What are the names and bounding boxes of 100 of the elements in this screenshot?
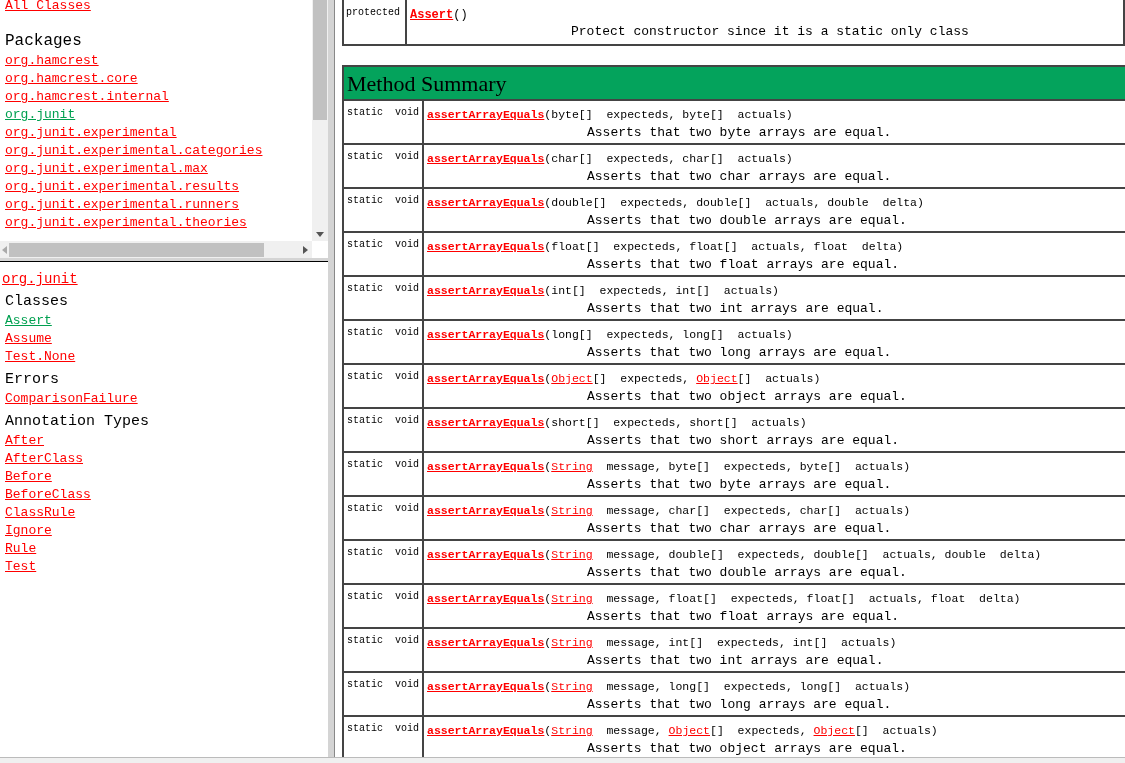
method-link[interactable]: assertArrayEquals [427,108,545,121]
parameter-text: (short[] expecteds, short[] actuals) [544,416,807,429]
parameter-text: ( [544,592,552,605]
nav-link[interactable]: org.junit.experimental.theories [5,214,247,232]
type-link[interactable]: String [551,460,593,473]
package-title-link[interactable]: org.junit [2,270,78,288]
type-link[interactable]: String [551,680,593,693]
method-link[interactable]: assertArrayEquals [427,328,545,341]
description-text: Asserts that two double arrays are equal. [587,564,907,582]
type-link[interactable]: Object [696,372,738,385]
nav-link[interactable]: BeforeClass [5,486,91,504]
method-link[interactable]: assertArrayEquals [427,196,545,209]
method-link[interactable]: assertArrayEquals [427,548,545,561]
description-text: Protect constructor since it is a static only class [570,23,969,41]
type-link[interactable]: Object [551,372,593,385]
type-link[interactable]: String [551,548,593,561]
nav-link[interactable]: org.junit.experimental.max [5,160,208,178]
parameter-text: (char[] expecteds, char[] actuals) [544,152,793,165]
type-link[interactable]: String [551,592,593,605]
modifier-cell: static void [344,673,424,715]
method-link[interactable]: assertArrayEquals [427,240,545,253]
method-link[interactable]: assertArrayEquals [427,152,545,165]
nav-link[interactable]: ComparisonFailure [5,390,138,408]
nav-link[interactable]: org.junit.experimental.runners [5,196,240,214]
modifier-cell: static void [344,497,424,539]
scroll-down-icon[interactable] [316,232,324,237]
method-link[interactable]: assertArrayEquals [427,284,545,297]
parameter-text: ( [544,372,552,385]
modifier-cell: static void [344,629,424,671]
parameter-text: ( [544,724,552,737]
parameter-text: [] actuals) [737,372,821,385]
parameter-text: (int[] expecteds, int[] actuals) [544,284,779,297]
nav-link[interactable]: ClassRule [5,504,76,522]
nav-link[interactable]: org.junit.experimental.results [5,178,240,196]
scroll-right-icon[interactable] [303,245,308,254]
modifier-cell: protected [344,0,407,44]
parameter-text: message, byte[] expecteds, byte[] actuals) [605,460,911,473]
modifier-cell: static void [344,189,424,231]
type-link[interactable]: Object [813,724,855,737]
section-heading: Packages [5,31,82,52]
modifier-cell: static void [344,453,424,495]
type-link[interactable]: String [551,636,593,649]
description-text: Asserts that two object arrays are equal. [587,388,907,406]
parameter-text: message, long[] expecteds, long[] actuals) [605,680,911,693]
method-link[interactable]: assertArrayEquals [427,372,545,385]
modifier-cell: static void [344,409,424,451]
description-text: Asserts that two float arrays are equal. [587,608,900,626]
method-link[interactable]: assertArrayEquals [427,636,545,649]
parameter-text: message, double[] expecteds, double[] actuals, double delta) [605,548,1042,561]
horizontal-scrollbar[interactable] [0,241,312,258]
parameter-text: message, char[] expecteds, char[] actuals) [605,504,911,517]
description-text: Asserts that two char arrays are equal. [587,168,892,186]
section-heading: Errors [5,370,59,390]
nav-link[interactable]: After [5,432,44,450]
description-text: Asserts that two byte arrays are equal. [587,124,892,142]
scroll-left-icon[interactable] [2,245,7,254]
nav-link[interactable]: Assert [5,312,52,330]
nav-link[interactable]: Test.None [5,348,76,366]
type-link[interactable]: String [551,504,593,517]
method-link[interactable]: assertArrayEquals [427,460,545,473]
method-link[interactable]: assertArrayEquals [427,592,545,605]
parameter-text: ( [544,636,552,649]
nav-link[interactable]: Assume [5,330,52,348]
nav-link[interactable]: Before [5,468,52,486]
description-text: Asserts that two float arrays are equal. [587,256,900,274]
nav-link[interactable]: org.hamcrest.core [5,70,138,88]
nav-link[interactable]: Rule [5,540,37,558]
modifier-cell: static void [344,541,424,583]
parameter-text: ( [544,504,552,517]
nav-link[interactable]: org.junit.experimental [5,124,177,142]
description-text: Asserts that two long arrays are equal. [587,696,892,714]
parameter-text: (float[] expecteds, float[] actuals, float delta) [544,240,904,253]
type-link[interactable]: Object [668,724,710,737]
parameter-text: (long[] expecteds, long[] actuals) [544,328,793,341]
nav-link[interactable]: Test [5,558,37,576]
parameter-text: (byte[] expecteds, byte[] actuals) [544,108,793,121]
nav-link[interactable]: org.junit.experimental.categories [5,142,263,160]
description-text: Asserts that two int arrays are equal. [587,652,884,670]
description-text: Asserts that two double arrays are equal. [587,212,907,230]
parameter-text: message, int[] expecteds, int[] actuals) [605,636,897,649]
type-link[interactable]: String [551,724,593,737]
vertical-scrollbar[interactable] [312,0,328,241]
modifier-cell: static void [344,321,424,363]
method-link[interactable]: assertArrayEquals [427,724,545,737]
all-classes-link[interactable]: All Classes [5,0,91,14]
method-link[interactable]: assertArrayEquals [427,504,545,517]
constructor-link[interactable]: Assert [410,8,454,22]
nav-link[interactable]: org.hamcrest [5,52,99,70]
horizontal-scrollbar[interactable] [0,757,1125,763]
parameter-text: message, [605,724,663,737]
nav-link[interactable]: org.junit [5,106,76,124]
parameter-text: ( [544,460,552,473]
nav-link[interactable]: org.hamcrest.internal [5,88,169,106]
description-text: Asserts that two short arrays are equal. [587,432,900,450]
modifier-cell: static void [344,101,424,143]
parameter-text: [] actuals) [854,724,938,737]
nav-link[interactable]: Ignore [5,522,52,540]
method-link[interactable]: assertArrayEquals [427,416,545,429]
method-link[interactable]: assertArrayEquals [427,680,545,693]
nav-link[interactable]: AfterClass [5,450,83,468]
